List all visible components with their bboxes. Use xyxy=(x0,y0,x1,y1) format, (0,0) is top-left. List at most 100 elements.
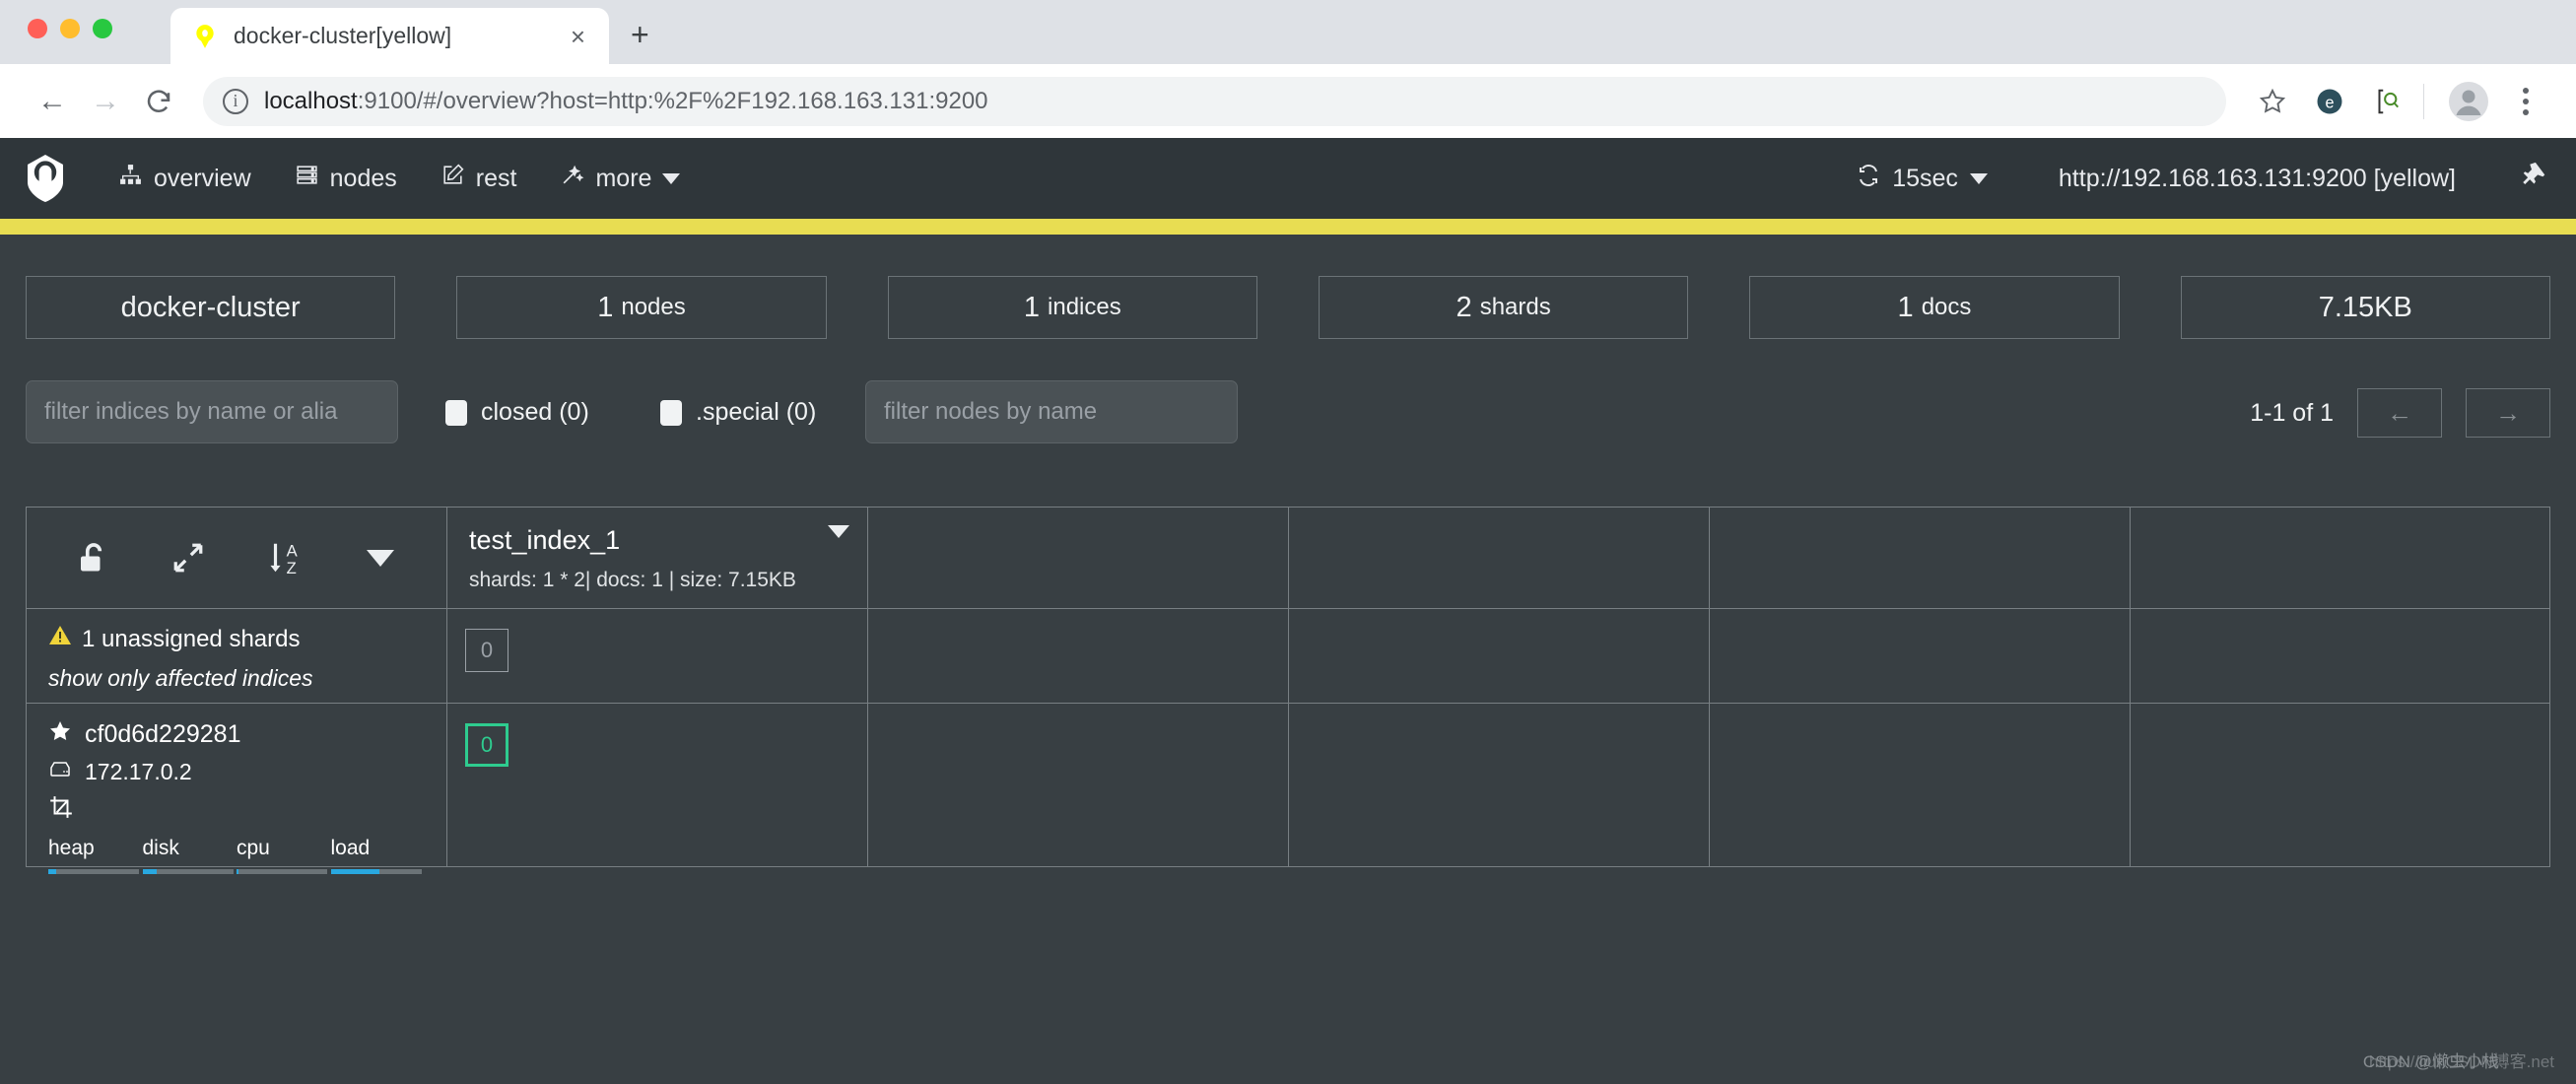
gauge-track xyxy=(237,869,327,874)
table-header-row: A Z test_index_1 shards: 1 * 2| docs: 1 … xyxy=(27,508,2549,609)
stat-nodes: 1 nodes xyxy=(456,276,827,339)
kebab-menu-icon[interactable] xyxy=(2501,77,2550,126)
caret-down-icon[interactable] xyxy=(333,549,430,567)
table-toolbar-cell: A Z xyxy=(27,508,447,608)
stat-value: 7.15KB xyxy=(2318,291,2412,323)
refresh-interval-label: 15sec xyxy=(1892,164,1958,192)
browser-tab-bar: docker-cluster[yellow] × + xyxy=(0,0,2576,64)
minimize-window-button[interactable] xyxy=(60,19,80,38)
warning-triangle-icon xyxy=(48,625,72,653)
address-bar-url: localhost:9100/#/overview?host=http:%2F%… xyxy=(264,88,988,115)
nav-label-nodes: nodes xyxy=(329,164,397,192)
table-empty-cell xyxy=(1710,609,2131,703)
expand-icon[interactable] xyxy=(141,541,237,575)
stat-unit: docs xyxy=(1921,294,1972,320)
stat-indices: 1 indices xyxy=(887,276,1257,339)
new-tab-button[interactable]: + xyxy=(631,19,649,50)
close-tab-button[interactable]: × xyxy=(565,24,591,49)
unlock-icon[interactable] xyxy=(44,539,141,576)
gauge-label: cpu xyxy=(237,837,270,859)
plug-icon[interactable] xyxy=(2519,161,2548,197)
browser-tab-title: docker-cluster[yellow] xyxy=(234,23,452,48)
table-empty-cell xyxy=(868,508,1289,608)
cluster-health-bar xyxy=(0,219,2576,235)
gauge-fill xyxy=(330,869,380,874)
ecosia-extension-icon[interactable]: e xyxy=(2305,77,2354,126)
stat-value: 1 xyxy=(597,291,614,323)
nav-item-nodes[interactable]: nodes xyxy=(273,138,419,219)
window-controls xyxy=(28,19,112,38)
browser-tab[interactable]: docker-cluster[yellow] × xyxy=(170,8,609,64)
node-row: cf0d6d229281 172.17.0.2 heap disk cpu lo… xyxy=(27,704,2551,874)
node-gauges: heap disk cpu load xyxy=(48,837,425,874)
svg-text:A: A xyxy=(286,541,298,560)
nav-item-overview[interactable]: overview xyxy=(97,138,273,219)
cluster-stats-row: docker-cluster 1 nodes 1 indices 2 shard… xyxy=(26,276,2550,339)
index-menu-caret-icon[interactable] xyxy=(828,525,849,538)
shard-box-active[interactable]: 0 xyxy=(465,723,508,767)
edit-square-icon xyxy=(441,163,465,194)
unassigned-info-cell: 1 unassigned shards show only affected i… xyxy=(27,609,447,703)
closed-filter-group[interactable]: closed (0) xyxy=(445,380,613,429)
special-filter-group[interactable]: .special (0) xyxy=(660,380,828,429)
stat-value: docker-cluster xyxy=(120,291,301,323)
nav-label-overview: overview xyxy=(154,164,251,192)
stat-value: 2 xyxy=(1456,291,1472,323)
gauge-track xyxy=(48,869,139,874)
table-empty-cell xyxy=(1289,704,1710,866)
stat-unit: indices xyxy=(1048,294,1121,320)
avatar-icon[interactable] xyxy=(2444,77,2493,126)
next-page-button[interactable]: → xyxy=(2466,388,2550,438)
elasticsearch-head-icon xyxy=(192,24,218,49)
nav-right-group: 15sec http://192.168.163.131:9200 [yello… xyxy=(1857,161,2548,197)
nav-item-more[interactable]: more xyxy=(538,138,702,219)
sort-az-icon[interactable]: A Z xyxy=(237,538,333,577)
back-button[interactable]: ← xyxy=(26,75,79,128)
index-header-cell: test_index_1 shards: 1 * 2| docs: 1 | si… xyxy=(447,508,868,608)
browser-toolbar: ← → i localhost:9100/#/overview?host=htt… xyxy=(0,64,2576,138)
special-label: .special (0) xyxy=(696,398,817,426)
unassigned-title: 1 unassigned shards xyxy=(48,625,425,653)
svg-text:Z: Z xyxy=(286,559,296,577)
closed-label: closed (0) xyxy=(481,398,589,426)
pagination-range: 1-1 of 1 xyxy=(2250,398,2334,427)
filter-indices-input[interactable]: filter indices by name or alia xyxy=(26,380,398,443)
toolbar-divider xyxy=(2423,83,2424,119)
chevron-down-icon xyxy=(1969,172,1988,184)
show-affected-indices-link[interactable]: show only affected indices xyxy=(48,665,425,692)
special-checkbox[interactable] xyxy=(660,400,682,426)
maximize-window-button[interactable] xyxy=(93,19,112,38)
table-empty-cell xyxy=(2131,609,2551,703)
stat-cluster-name: docker-cluster xyxy=(26,276,396,339)
address-bar[interactable]: i localhost:9100/#/overview?host=http:%2… xyxy=(203,76,2226,126)
stat-value: 1 xyxy=(1897,291,1914,323)
star-icon xyxy=(48,719,72,750)
node-name: cf0d6d229281 xyxy=(85,720,241,748)
index-meta: shards: 1 * 2| docs: 1 | size: 7.15KB xyxy=(469,569,796,591)
filter-nodes-input[interactable]: filter nodes by name xyxy=(865,380,1238,443)
app-logo-icon xyxy=(22,153,69,204)
gauge-label: load xyxy=(330,837,371,859)
close-window-button[interactable] xyxy=(28,19,47,38)
star-icon[interactable] xyxy=(2248,77,2297,126)
table-empty-cell xyxy=(2131,704,2551,866)
json-viewer-extension-icon[interactable] xyxy=(2362,77,2411,126)
reload-button[interactable] xyxy=(132,75,185,128)
node-ip: 172.17.0.2 xyxy=(85,759,192,784)
stat-size: 7.15KB xyxy=(2180,276,2550,339)
crop-icon[interactable] xyxy=(48,794,74,827)
stat-unit: nodes xyxy=(621,294,686,320)
app-navbar: overview nodes rest more 15sec http://19… xyxy=(0,138,2576,219)
closed-checkbox[interactable] xyxy=(445,400,467,426)
nav-item-rest[interactable]: rest xyxy=(419,138,539,219)
stat-unit: shards xyxy=(1479,294,1551,320)
forward-button[interactable]: → xyxy=(79,75,132,128)
refresh-interval-selector[interactable]: 15sec xyxy=(1857,164,1988,194)
shard-box[interactable]: 0 xyxy=(465,629,508,672)
node-ip-line: 172.17.0.2 xyxy=(48,758,425,786)
cluster-overview-table: A Z test_index_1 shards: 1 * 2| docs: 1 … xyxy=(26,507,2551,874)
prev-page-button[interactable]: ← xyxy=(2357,388,2442,438)
site-info-icon[interactable]: i xyxy=(223,88,248,114)
url-host: localhost xyxy=(264,87,358,114)
cluster-url-label: http://192.168.163.131:9200 [yellow] xyxy=(2058,164,2456,192)
